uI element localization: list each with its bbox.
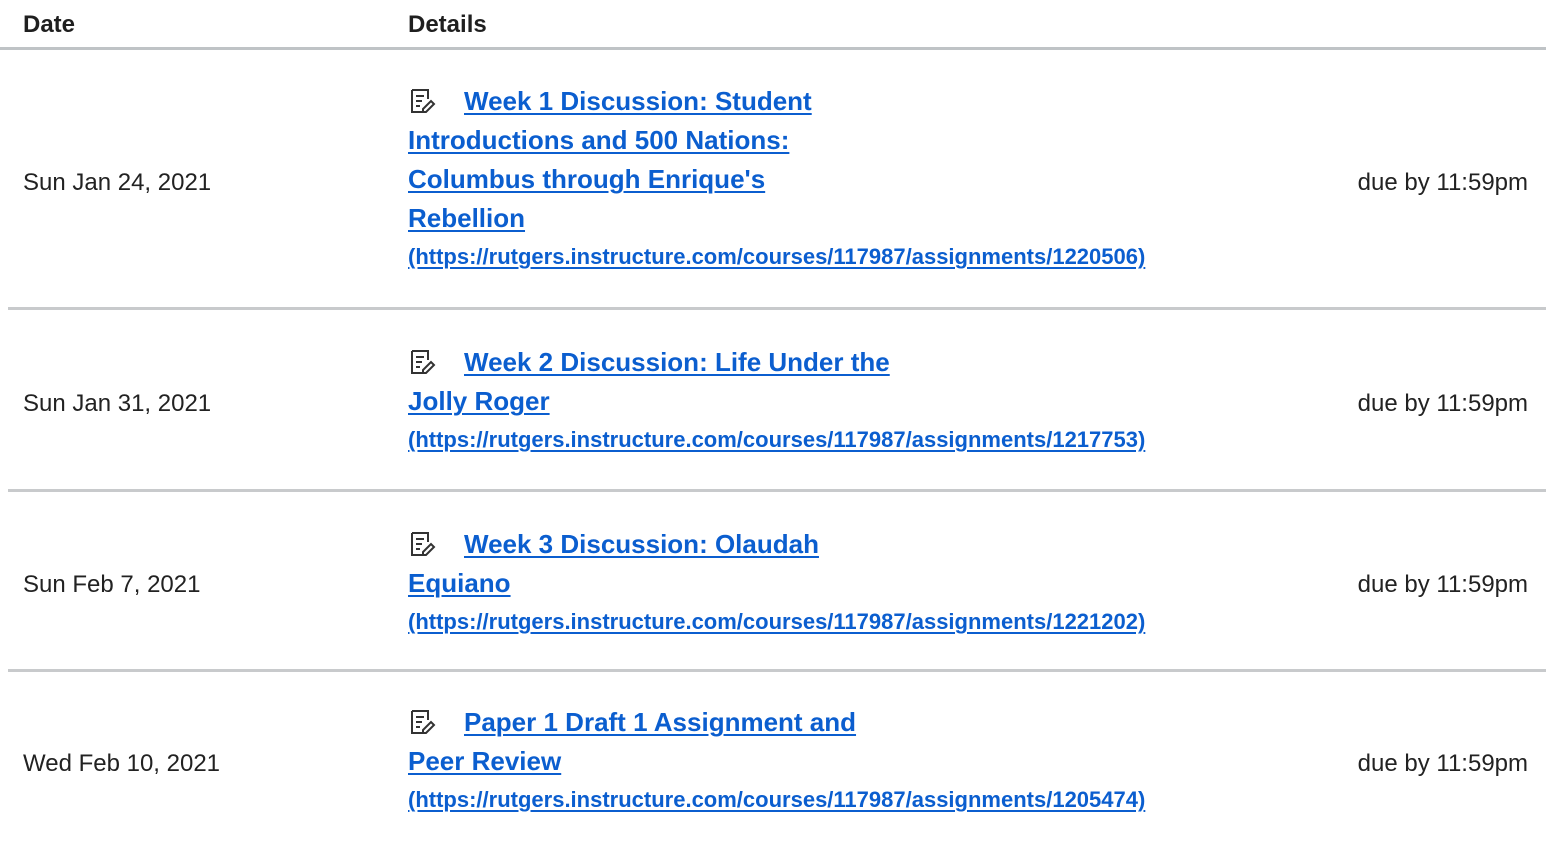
table-row: Wed Feb 10, 2021 Paper 1 Draft 1 Assignm… [8, 672, 1546, 845]
assignment-url[interactable]: (https://rutgers.instructure.com/courses… [408, 782, 1348, 818]
assignment-link-line[interactable]: Jolly Roger [408, 382, 1348, 421]
assignment-link[interactable]: Week 2 Discussion: Life Under the [408, 343, 1348, 382]
assignment-link-line[interactable]: Columbus through Enrique's [408, 160, 1348, 199]
table-header: Date Details [0, 0, 1546, 50]
row-date: Sun Jan 31, 2021 [23, 390, 212, 417]
assignment-url[interactable]: (https://rutgers.instructure.com/courses… [408, 604, 1348, 640]
column-header-date: Date [23, 11, 76, 38]
column-header-details: Details [408, 11, 487, 38]
due-time: due by 11:59pm [1357, 390, 1528, 417]
row-date: Sun Jan 24, 2021 [23, 169, 212, 196]
assignment-link-line[interactable]: Equiano [408, 564, 1348, 603]
assignment-link[interactable]: Week 1 Discussion: Student [408, 82, 1348, 121]
assignment-url[interactable]: (https://rutgers.instructure.com/courses… [408, 422, 1348, 458]
row-date: Wed Feb 10, 2021 [23, 750, 221, 777]
assignment-link[interactable]: Week 3 Discussion: Olaudah [408, 525, 1348, 564]
assignment-link-line[interactable]: Rebellion [408, 199, 1348, 238]
assignment-icon [408, 530, 436, 558]
due-time: due by 11:59pm [1357, 750, 1528, 777]
syllabus-table: Date Details Sun Jan 24, 2021 Week 1 Dis… [0, 0, 1546, 845]
row-details: Week 3 Discussion: Olaudah Equiano (http… [408, 525, 1348, 640]
due-time: due by 11:59pm [1357, 571, 1528, 598]
table-row: Sun Jan 24, 2021 Week 1 Discussion: Stud… [8, 50, 1546, 310]
row-details: Week 2 Discussion: Life Under the Jolly … [408, 343, 1348, 458]
assignment-link[interactable]: Paper 1 Draft 1 Assignment and [408, 703, 1348, 742]
assignment-link-line[interactable]: Peer Review [408, 742, 1348, 781]
assignment-icon [408, 708, 436, 736]
table-row: Sun Feb 7, 2021 Week 3 Discussion: Olaud… [8, 492, 1546, 672]
assignment-link-line[interactable]: Introductions and 500 Nations: [408, 121, 1348, 160]
assignment-icon [408, 348, 436, 376]
due-time: due by 11:59pm [1357, 169, 1528, 196]
table-row: Sun Jan 31, 2021 Week 2 Discussion: Life… [8, 310, 1546, 492]
row-details: Week 1 Discussion: Student Introductions… [408, 82, 1348, 275]
assignment-url[interactable]: (https://rutgers.instructure.com/courses… [408, 239, 1348, 275]
row-details: Paper 1 Draft 1 Assignment and Peer Revi… [408, 703, 1348, 818]
assignment-icon [408, 87, 436, 115]
row-date: Sun Feb 7, 2021 [23, 571, 201, 598]
